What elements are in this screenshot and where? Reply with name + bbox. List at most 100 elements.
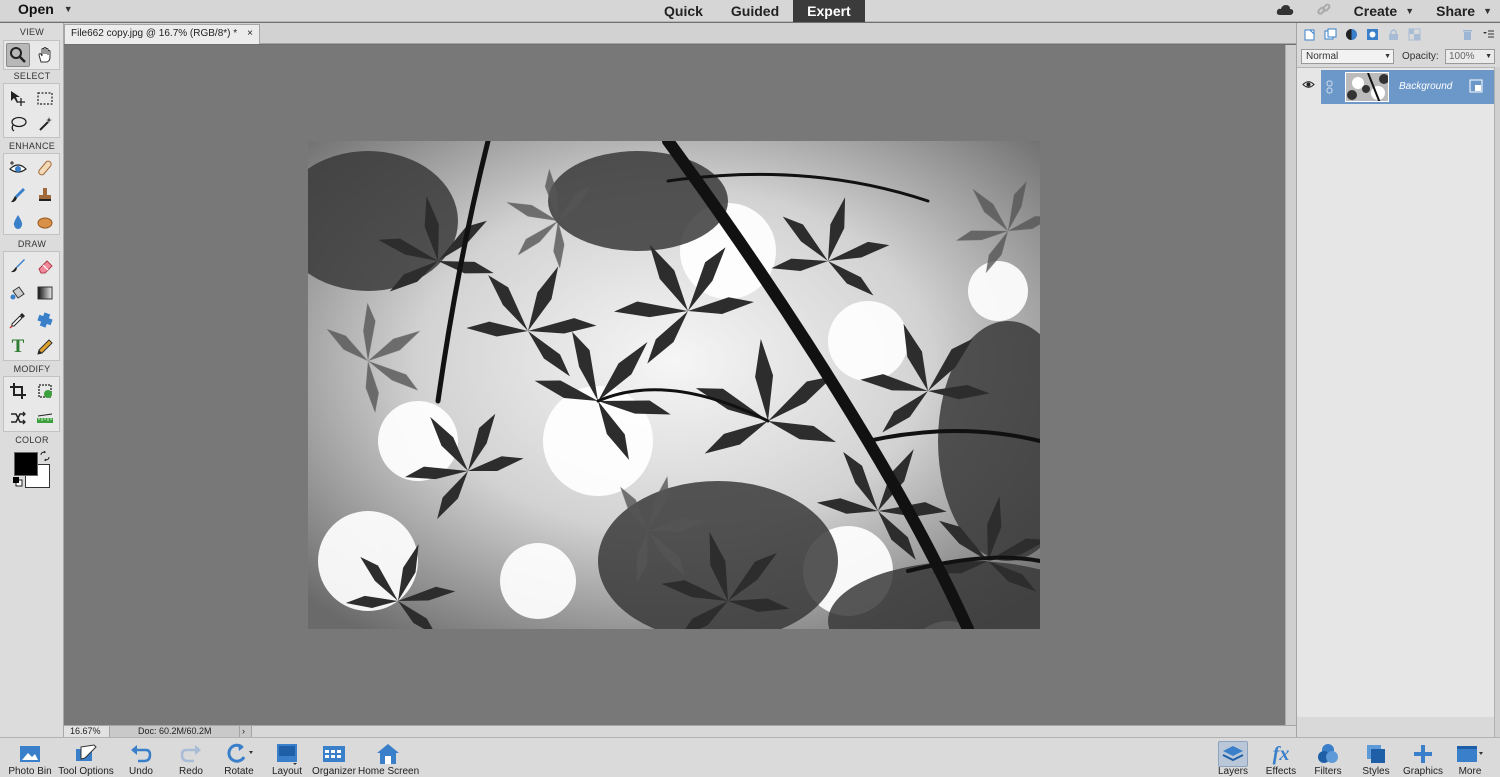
opacity-value: 100% <box>1449 51 1475 62</box>
custom-shape-icon[interactable] <box>33 308 57 332</box>
layers-scrollbar[interactable] <box>1494 67 1500 737</box>
layers-panel: Normal ▼ Opacity: 100% ▼ Background <box>1296 23 1500 737</box>
blend-mode-value: Normal <box>1306 51 1339 62</box>
open-label: Open <box>18 1 54 17</box>
select-tools <box>3 83 60 138</box>
type-tool-glyph: T <box>11 336 25 357</box>
mode-expert[interactable]: Expert <box>793 0 865 22</box>
paint-bucket-icon[interactable] <box>6 281 30 305</box>
horizontal-scrollbar[interactable] <box>252 726 1296 737</box>
content-aware-move-icon[interactable] <box>6 406 30 430</box>
eye-icon[interactable] <box>1302 80 1315 92</box>
status-bar: 16.67% Doc: 60.2M/60.2M › <box>64 725 1296 738</box>
layer-thumbnail <box>1345 72 1389 102</box>
top-right-actions: Create ▼ Share ▼ <box>1276 0 1492 22</box>
vertical-scrollbar[interactable] <box>1285 45 1296 725</box>
hand-tool-icon[interactable] <box>33 43 57 67</box>
tool-options-button[interactable]: Tool Options <box>56 741 116 777</box>
view-tools <box>3 40 60 70</box>
more-button[interactable]: More <box>1440 741 1500 777</box>
marquee-tool-icon[interactable] <box>33 86 57 110</box>
new-group-icon[interactable] <box>1324 28 1337 41</box>
clone-stamp-icon[interactable] <box>33 183 57 207</box>
layer-name: Background <box>1399 81 1453 92</box>
share-label: Share <box>1436 3 1476 19</box>
home-icon <box>358 741 418 767</box>
type-tool-icon[interactable]: T <box>6 335 30 359</box>
section-modify: MODIFY <box>13 364 51 374</box>
document-tab-strip: File662 copy.jpg @ 16.7% (RGB/8*) * × <box>64 23 1296 44</box>
trash-icon[interactable] <box>1461 28 1474 41</box>
toolbox: VIEW SELECT ENHANCE DRAW T MODIFY COLOR <box>0 23 64 737</box>
swap-colors-icon[interactable] <box>40 450 50 464</box>
draw-tools: T <box>3 251 60 361</box>
organizer-button[interactable]: Organizer <box>304 741 364 777</box>
enhance-tools <box>3 153 60 235</box>
more-icon <box>1440 741 1500 767</box>
magic-wand-icon[interactable] <box>33 112 57 136</box>
chevron-down-icon: ▼ <box>63 4 73 14</box>
crop-tool-icon[interactable] <box>6 379 30 403</box>
straighten-tool-icon[interactable] <box>33 406 57 430</box>
bottom-taskbar: Photo Bin Tool Options Undo Redo Rotate … <box>0 737 1500 777</box>
photo-bin-label: Photo Bin <box>8 766 52 777</box>
eraser-tool-icon[interactable] <box>33 254 57 278</box>
document-tab-title: File662 copy.jpg @ 16.7% (RGB/8*) * <box>71 28 238 39</box>
fx-glyph: fx <box>1272 742 1290 765</box>
foreground-color-swatch[interactable] <box>14 452 38 476</box>
link-layer-icon[interactable] <box>1326 80 1333 97</box>
more-label: More <box>1458 766 1482 777</box>
smart-brush-icon[interactable] <box>6 183 30 207</box>
close-icon[interactable]: × <box>247 28 253 41</box>
blend-mode-select[interactable]: Normal ▼ <box>1301 49 1394 64</box>
default-colors-icon[interactable] <box>13 477 23 490</box>
chevron-down-icon: ▼ <box>1405 6 1415 16</box>
tool-options-icon <box>56 741 116 767</box>
section-color: COLOR <box>15 435 49 445</box>
move-tool-icon[interactable] <box>6 86 30 110</box>
cloud-icon[interactable] <box>1276 3 1294 19</box>
lock-transparent-icon[interactable] <box>1408 28 1421 41</box>
spot-healing-icon[interactable] <box>33 156 57 180</box>
open-menu[interactable]: Open ▼ <box>18 1 73 17</box>
create-menu[interactable]: Create ▼ <box>1354 3 1415 19</box>
brush-tool-icon[interactable] <box>6 254 30 278</box>
gradient-tool-icon[interactable] <box>33 281 57 305</box>
panel-menu-icon[interactable] <box>1482 28 1495 41</box>
red-eye-tool-icon[interactable] <box>6 156 30 180</box>
new-layer-icon[interactable] <box>1303 28 1316 41</box>
document-image <box>308 141 1040 629</box>
blur-tool-icon[interactable] <box>6 210 30 234</box>
create-label: Create <box>1353 3 1398 19</box>
mode-guided[interactable]: Guided <box>717 0 793 22</box>
top-menu-bar: Open ▼ Quick Guided Expert Create ▼ Shar… <box>0 0 1500 22</box>
background-lock-icon <box>1469 79 1483 96</box>
chevron-down-icon: ▼ <box>1485 53 1492 60</box>
sponge-tool-icon[interactable] <box>33 210 57 234</box>
lasso-tool-icon[interactable] <box>6 112 30 136</box>
organizer-label: Organizer <box>312 766 356 777</box>
recompose-tool-icon[interactable] <box>33 379 57 403</box>
zoom-tool-icon[interactable] <box>6 43 30 67</box>
opacity-field[interactable]: 100% ▼ <box>1445 49 1495 64</box>
layer-row-background[interactable]: Background <box>1321 70 1494 104</box>
layer-mask-icon[interactable] <box>1366 28 1379 41</box>
lock-icon[interactable] <box>1387 28 1400 41</box>
document-tab[interactable]: File662 copy.jpg @ 16.7% (RGB/8*) * × <box>64 24 260 44</box>
chevron-down-icon: ▼ <box>1483 6 1492 16</box>
section-draw: DRAW <box>17 239 47 249</box>
link-icon[interactable] <box>1316 2 1332 21</box>
photo-bin-button[interactable]: Photo Bin <box>0 741 60 777</box>
home-screen-button[interactable]: Home Screen <box>358 741 420 777</box>
pencil-tool-icon[interactable] <box>33 335 57 359</box>
adjustment-layer-icon[interactable] <box>1345 28 1358 41</box>
share-menu[interactable]: Share ▼ <box>1436 3 1492 19</box>
home-screen-label: Home Screen <box>358 766 420 777</box>
opacity-label: Opacity: <box>1402 51 1439 62</box>
mode-quick[interactable]: Quick <box>650 0 717 22</box>
eyedropper-icon[interactable] <box>6 308 30 332</box>
layers-list: Background <box>1297 67 1500 717</box>
section-view: VIEW <box>19 27 45 37</box>
canvas-area[interactable] <box>64 45 1285 725</box>
chevron-down-icon: ▼ <box>1384 53 1391 60</box>
